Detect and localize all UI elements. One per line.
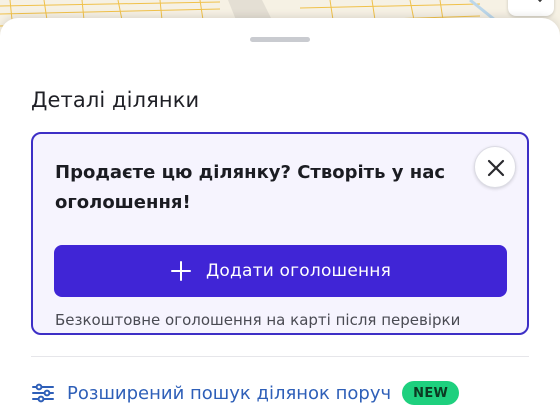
advanced-search-link[interactable]: Розширений пошук ділянок поруч NEW [31,380,460,406]
add-listing-button[interactable]: Додати оголошення [54,245,507,297]
close-icon [487,159,505,177]
advanced-search-label: Розширений пошук ділянок поруч [67,382,392,404]
sell-promo-card: Продаєте цю ділянку? Створіть у нас огол… [31,132,529,335]
add-listing-label: Додати оголошення [205,261,392,281]
new-badge: NEW [402,381,460,405]
close-promo-button[interactable] [474,146,516,188]
promo-title: Продаєте цю ділянку? Створіть у нас огол… [55,162,446,213]
divider [31,356,529,357]
drag-handle[interactable] [250,37,310,42]
plus-icon [170,261,191,281]
map-control-button[interactable] [508,0,554,16]
sliders-icon [32,383,54,403]
section-title: Деталі ділянки [31,88,200,112]
chevron-down-icon [532,0,548,3]
promo-note: Безкоштовне оголошення на карті після пе… [55,311,461,329]
